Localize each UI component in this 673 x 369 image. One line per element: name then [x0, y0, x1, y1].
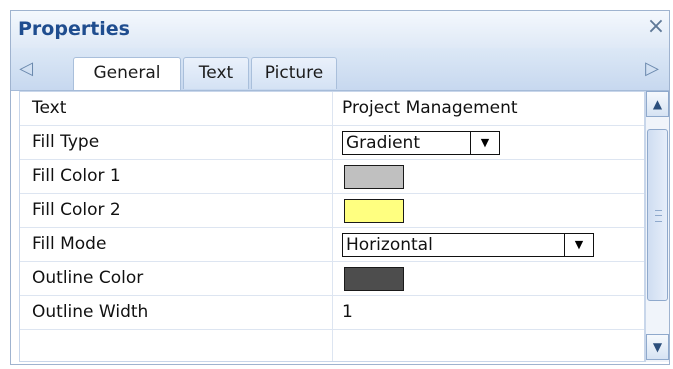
grip-icon — [655, 210, 662, 222]
chevron-down-icon[interactable]: ▼ — [470, 132, 499, 154]
property-row-fill-mode[interactable]: Fill Mode Horizontal ▼ — [20, 228, 644, 262]
vertical-scrollbar[interactable]: ▲ ▼ — [645, 91, 669, 362]
fill-type-dropdown[interactable]: Gradient ▼ — [342, 131, 500, 155]
property-row-text[interactable]: Text Project Management — [20, 92, 644, 126]
panel-titlebar: Properties × — [11, 11, 669, 48]
property-name: Outline Width — [32, 302, 149, 322]
tab-scroll-right-icon[interactable]: ▷ — [641, 55, 663, 83]
outline-width-value[interactable]: 1 — [342, 302, 353, 322]
property-row-fill-color-2[interactable]: Fill Color 2 — [20, 194, 644, 228]
property-name: Fill Mode — [32, 234, 107, 254]
property-grid: Text Project Management Fill Type Gradie… — [19, 91, 645, 362]
property-row-empty — [20, 330, 644, 364]
properties-panel: Properties × ◁ General Text Picture ▷ Te… — [10, 10, 670, 365]
close-icon[interactable]: × — [645, 15, 667, 39]
outline-color-swatch[interactable] — [344, 267, 404, 291]
tab-strip: ◁ General Text Picture ▷ — [11, 48, 669, 91]
fill-type-selected: Gradient — [346, 133, 420, 153]
property-row-fill-type[interactable]: Fill Type Gradient ▼ — [20, 126, 644, 160]
scrollbar-thumb[interactable] — [647, 129, 668, 301]
tab-scroll-left-icon[interactable]: ◁ — [15, 55, 37, 83]
scroll-down-icon[interactable]: ▼ — [646, 334, 669, 360]
property-row-fill-color-1[interactable]: Fill Color 1 — [20, 160, 644, 194]
fill-color-1-swatch[interactable] — [344, 165, 404, 189]
property-name: Fill Type — [32, 132, 100, 152]
property-name: Text — [32, 98, 67, 118]
fill-color-2-swatch[interactable] — [344, 199, 404, 223]
property-name: Fill Color 2 — [32, 200, 121, 220]
property-row-outline-width[interactable]: Outline Width 1 — [20, 296, 644, 330]
tab-picture[interactable]: Picture — [251, 57, 337, 89]
scroll-up-icon[interactable]: ▲ — [646, 91, 669, 117]
tab-text[interactable]: Text — [183, 57, 249, 89]
property-name: Outline Color — [32, 268, 144, 288]
property-value-text[interactable]: Project Management — [342, 98, 518, 118]
property-name: Fill Color 1 — [32, 166, 121, 186]
chevron-down-icon[interactable]: ▼ — [564, 234, 593, 256]
fill-mode-dropdown[interactable]: Horizontal ▼ — [342, 233, 594, 257]
fill-mode-selected: Horizontal — [346, 235, 433, 255]
panel-title: Properties — [18, 18, 130, 40]
tab-general[interactable]: General — [73, 57, 181, 90]
property-row-outline-color[interactable]: Outline Color — [20, 262, 644, 296]
